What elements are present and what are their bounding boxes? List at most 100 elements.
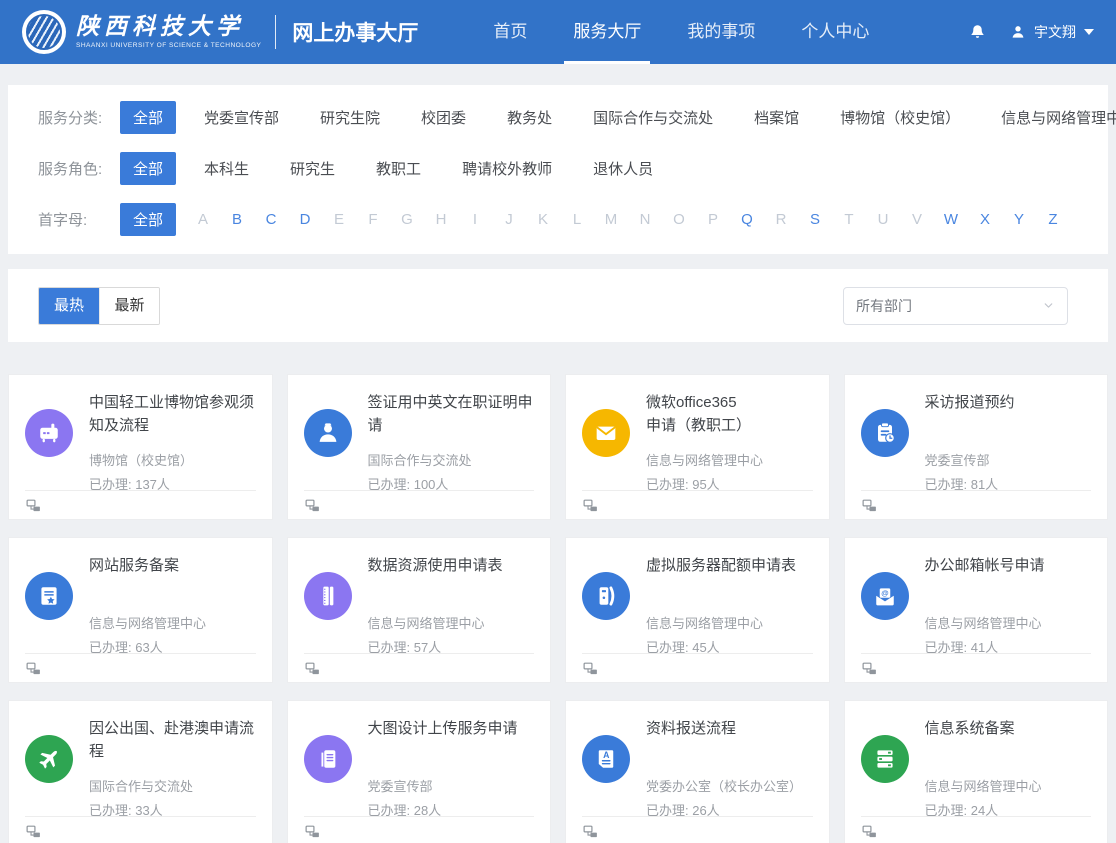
flowchart-icon[interactable] [25, 823, 42, 840]
server-stack-icon [861, 735, 909, 783]
service-card[interactable]: 采访报道预约 党委宣传部 已办理: 81人 [844, 374, 1109, 520]
card-text: 中国轻工业博物馆参观须知及流程 博物馆（校史馆） 已办理: 137人 [89, 391, 256, 493]
card-title: 资料报送流程 [646, 717, 813, 763]
service-card[interactable]: 网站服务备案 信息与网络管理中心 已办理: 63人 [8, 537, 273, 683]
user-menu[interactable]: 宇文翔 [1009, 22, 1094, 42]
service-card[interactable]: 微软office365 申请（教职工） 信息与网络管理中心 已办理: 95人 [565, 374, 830, 520]
card-text: 网站服务备案 信息与网络管理中心 已办理: 63人 [89, 554, 256, 656]
service-card[interactable]: 因公出国、赴港澳申请流程 国际合作与交流处 已办理: 33人 [8, 700, 273, 843]
service-card[interactable]: 虚拟服务器配额申请表 信息与网络管理中心 已办理: 45人 [565, 537, 830, 683]
category-chip[interactable]: 教务处 [494, 101, 565, 134]
filter-label-role: 服务角色: [38, 158, 120, 179]
service-card[interactable]: 签证用中英文在职证明申请 国际合作与交流处 已办理: 100人 [287, 374, 552, 520]
card-title: 微软office365 申请（教职工） [646, 391, 813, 437]
letter-filter[interactable]: Z [1041, 211, 1065, 228]
role-chip[interactable]: 退休人员 [580, 152, 666, 185]
filter-row-role: 服务角色: 全部 本科生 研究生 教职工 聘请校外教师 退休人员 [8, 143, 1108, 194]
letter-filter: G [395, 211, 419, 228]
clipboard-clock-icon [861, 409, 909, 457]
university-logo[interactable]: 陕西科技大学 SHAANXI UNIVERSITY OF SCIENCE & T… [22, 10, 261, 54]
flowchart-icon[interactable] [25, 660, 42, 677]
flowchart-icon[interactable] [861, 823, 878, 840]
card-title: 中国轻工业博物馆参观须知及流程 [89, 391, 256, 437]
category-chip[interactable]: 研究生院 [307, 101, 393, 134]
notification-bell-icon[interactable] [968, 23, 987, 42]
letter-filter[interactable]: C [259, 211, 283, 228]
department-select[interactable]: 所有部门 [843, 287, 1068, 325]
card-department: 国际合作与交流处 [368, 450, 535, 469]
flowchart-icon[interactable] [25, 497, 42, 514]
letter-filter: E [327, 211, 351, 228]
sort-new-button[interactable]: 最新 [99, 288, 159, 324]
flowchart-icon[interactable] [582, 497, 599, 514]
card-main: 采访报道预约 党委宣传部 已办理: 81人 [845, 375, 1108, 493]
nav-item[interactable]: 服务大厅 [560, 0, 654, 64]
letter-filter: K [531, 211, 555, 228]
sort-panel: 最热 最新 所有部门 [8, 269, 1108, 342]
service-hall-page: 陕西科技大学 SHAANXI UNIVERSITY OF SCIENCE & T… [0, 0, 1116, 843]
university-logo-icon [22, 10, 66, 54]
category-chip[interactable]: 国际合作与交流处 [580, 101, 726, 134]
category-chip[interactable]: 全部 [120, 101, 176, 134]
letter-filter[interactable]: B [225, 211, 249, 228]
flowchart-icon[interactable] [582, 823, 599, 840]
nav-item[interactable]: 首页 [480, 0, 540, 64]
card-department: 国际合作与交流处 [89, 776, 256, 795]
card-title: 信息系统备案 [925, 717, 1092, 763]
letter-filter[interactable]: W [939, 211, 963, 228]
category-chip[interactable]: 校团委 [408, 101, 479, 134]
letter-filter: V [905, 211, 929, 228]
category-chip[interactable]: 档案馆 [741, 101, 812, 134]
flowchart-icon[interactable] [861, 660, 878, 677]
role-chip[interactable]: 教职工 [363, 152, 434, 185]
letter-filter[interactable]: D [293, 211, 317, 228]
letter-filter[interactable]: S [803, 211, 827, 228]
role-chip[interactable]: 聘请校外教师 [449, 152, 565, 185]
category-chip[interactable]: 党委宣传部 [191, 101, 292, 134]
card-department: 信息与网络管理中心 [646, 613, 813, 632]
card-department: 党委办公室（校长办公室） [646, 776, 813, 795]
top-header: 陕西科技大学 SHAANXI UNIVERSITY OF SCIENCE & T… [0, 0, 1116, 64]
portal-title: 网上办事大厅 [292, 17, 418, 47]
university-name-en: SHAANXI UNIVERSITY OF SCIENCE & TECHNOLO… [76, 42, 261, 49]
letter-filter[interactable]: X [973, 211, 997, 228]
role-chip[interactable]: 全部 [120, 152, 176, 185]
role-chip[interactable]: 本科生 [191, 152, 262, 185]
initial-all-chip[interactable]: 全部 [120, 203, 176, 236]
flowchart-icon[interactable] [304, 497, 321, 514]
plane-icon [25, 735, 73, 783]
category-chip[interactable]: 信息与网络管理中心 [988, 101, 1116, 134]
card-footer [861, 816, 1092, 843]
nav-item[interactable]: 个人中心 [788, 0, 882, 64]
card-title: 网站服务备案 [89, 554, 256, 600]
filter-row-initial: 首字母: 全部 A B C D E F [8, 194, 1108, 245]
letter-filter: P [701, 211, 725, 228]
sort-toggle-group: 最热 最新 [38, 287, 160, 325]
service-card[interactable]: @ 办公邮箱帐号申请 信息与网络管理中心 已办理: 41人 [844, 537, 1109, 683]
flowchart-icon[interactable] [304, 823, 321, 840]
letter-list: A B C D E F G H [191, 211, 1075, 228]
card-title: 数据资源使用申请表 [368, 554, 535, 600]
service-card[interactable]: 信息系统备案 信息与网络管理中心 已办理: 24人 [844, 700, 1109, 843]
sort-hot-button[interactable]: 最热 [39, 288, 99, 324]
caret-down-icon [1084, 29, 1094, 35]
service-card[interactable]: 中国轻工业博物馆参观须知及流程 博物馆（校史馆） 已办理: 137人 [8, 374, 273, 520]
service-card[interactable]: 大图设计上传服务申请 党委宣传部 已办理: 28人 [287, 700, 552, 843]
letter-filter[interactable]: Q [735, 211, 759, 228]
service-card[interactable]: A 资料报送流程 党委办公室（校长办公室） 已办理: 26人 [565, 700, 830, 843]
flowchart-icon[interactable] [304, 660, 321, 677]
card-text: 采访报道预约 党委宣传部 已办理: 81人 [925, 391, 1092, 493]
letter-filter: O [667, 211, 691, 228]
flowchart-icon[interactable] [582, 660, 599, 677]
letter-filter: A [191, 211, 215, 228]
filter-panel: 服务分类: 全部 党委宣传部 研究生院 校团委 教务处 国际合作与交流处 档案馆 [8, 85, 1108, 254]
flowchart-icon[interactable] [861, 497, 878, 514]
letter-filter: N [633, 211, 657, 228]
letter-filter[interactable]: Y [1007, 211, 1031, 228]
service-card[interactable]: 数据资源使用申请表 信息与网络管理中心 已办理: 57人 [287, 537, 552, 683]
card-department: 信息与网络管理中心 [925, 776, 1092, 795]
category-chip[interactable]: 博物馆（校史馆） [827, 101, 973, 134]
nav-item[interactable]: 我的事项 [674, 0, 768, 64]
department-select-value: 所有部门 [856, 296, 912, 316]
role-chip[interactable]: 研究生 [277, 152, 348, 185]
